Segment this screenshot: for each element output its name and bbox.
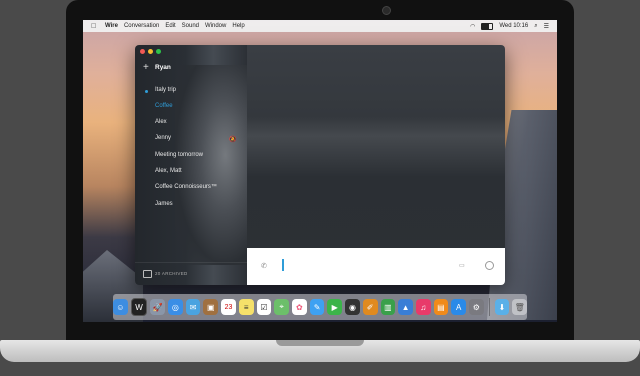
mail-icon[interactable]: ✉ (185, 299, 201, 315)
camera-icon (382, 6, 391, 15)
dock: ☺ W 🚀 ◎ ✉ ▣ 23 ≡ ☑ ⌖ ✿ ✎ ▶ ◉ ✐ ▥ ▲ ♫ ▤ A… (112, 294, 528, 320)
conversation-jenny[interactable]: Jenny (155, 135, 171, 141)
call-icon[interactable]: ✆ (261, 262, 267, 270)
sidebar-footer: 20 ARCHIVED (135, 262, 247, 285)
system-preferences-icon[interactable]: ⚙ (469, 299, 484, 315)
wire-app-window: + Ryan Italy trip Coffee Alex Jenny 🔕 Me… (135, 45, 505, 285)
sidebar: + Ryan Italy trip Coffee Alex Jenny 🔕 Me… (135, 45, 247, 285)
minimize-icon[interactable] (148, 49, 153, 54)
conversation-james[interactable]: James (155, 201, 173, 207)
menu-help[interactable]: Help (232, 23, 244, 29)
facetime-icon[interactable]: ▶ (327, 299, 343, 315)
menu-window[interactable]: Window (205, 23, 226, 29)
conversation-alex[interactable]: Alex (155, 119, 167, 125)
menu-wire[interactable]: Wire (105, 23, 118, 29)
conversation-meeting-tomorrow[interactable]: Meeting tomorrow (155, 152, 203, 158)
user-name[interactable]: Ryan (155, 64, 171, 71)
zoom-icon[interactable] (156, 49, 161, 54)
apple-icon[interactable]:  (91, 23, 99, 30)
spotlight-icon[interactable]: ⌕ (534, 23, 537, 30)
notes-icon[interactable]: ≡ (238, 299, 254, 315)
archived-link[interactable]: 20 ARCHIVED (155, 271, 188, 276)
emoji-icon[interactable] (485, 261, 494, 270)
itunes-icon[interactable]: ♫ (415, 299, 431, 315)
message-composer: ✆ ▭ (247, 248, 505, 285)
downloads-icon[interactable]: ⬇ (494, 299, 510, 315)
trash-icon[interactable]: 🗑 (512, 299, 528, 315)
battery-icon[interactable] (481, 22, 494, 30)
close-icon[interactable] (140, 49, 145, 54)
profile-background-image (175, 65, 247, 265)
menu-bar:  Wire Conversation Edit Sound Window He… (83, 20, 557, 32)
calendar-day: 23 (224, 303, 233, 311)
laptop-notch (276, 340, 364, 346)
wire-icon[interactable]: W (130, 298, 148, 316)
launchpad-icon[interactable]: 🚀 (150, 299, 166, 315)
window-controls (140, 49, 161, 54)
conversation-coffee[interactable]: Coffee (155, 103, 173, 109)
conversation-alex-matt[interactable]: Alex, Matt (155, 168, 182, 174)
appstore-icon[interactable]: A (451, 299, 467, 315)
archive-icon[interactable] (143, 270, 152, 278)
contacts-icon[interactable]: ▣ (203, 299, 219, 315)
muted-bell-icon: 🔕 (229, 137, 237, 143)
message-input[interactable] (282, 259, 284, 271)
menu-edit[interactable]: Edit (165, 23, 175, 29)
menu-conversation[interactable]: Conversation (124, 23, 159, 29)
finder-icon[interactable]: ☺ (112, 299, 128, 315)
calendar-icon[interactable]: 23 (221, 299, 236, 315)
clock[interactable]: Wed 10:16 (499, 23, 528, 29)
conversation-pane: ✆ ▭ (247, 45, 505, 285)
dock-separator (488, 298, 490, 316)
reminders-icon[interactable]: ☑ (256, 299, 272, 315)
add-people-button[interactable]: + (143, 63, 149, 73)
photobooth-icon[interactable]: ◉ (345, 299, 360, 315)
conversation-italy-trip[interactable]: Italy trip (155, 87, 176, 93)
menu-sound[interactable]: Sound (182, 23, 199, 29)
pages-icon[interactable]: ✐ (362, 299, 378, 315)
keynote-icon[interactable]: ▲ (398, 299, 413, 315)
screen:  Wire Conversation Edit Sound Window He… (83, 20, 557, 322)
messages-icon[interactable]: ✎ (309, 299, 325, 315)
conversation-coffee-connoisseurs[interactable]: Coffee Connoisseurs™ (155, 184, 217, 190)
image-upload-icon[interactable]: ▭ (459, 262, 465, 269)
photos-icon[interactable]: ✿ (291, 299, 307, 315)
numbers-icon[interactable]: ▥ (380, 299, 396, 315)
maps-icon[interactable]: ⌖ (274, 299, 289, 315)
wifi-icon[interactable]: ◠ (470, 23, 475, 30)
ibooks-icon[interactable]: ▤ (433, 299, 449, 315)
safari-icon[interactable]: ◎ (168, 299, 183, 315)
notification-center-icon[interactable]: ☰ (544, 23, 549, 30)
unread-dot-icon (145, 90, 148, 93)
